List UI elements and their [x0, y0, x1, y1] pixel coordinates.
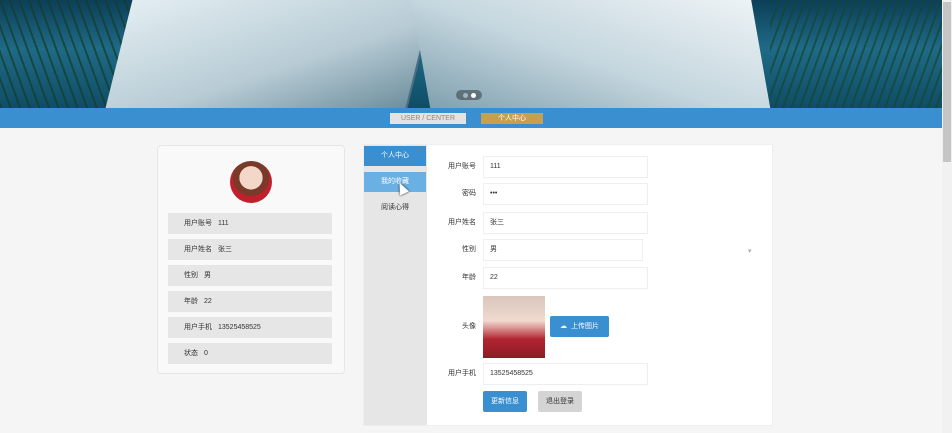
profile-summary-card: 用户账号 111 用户姓名 张三 性别男 年龄 22 用户手机 13525458525 …: [157, 145, 345, 374]
section-title-bar: USER / CENTER 个人中心: [0, 108, 942, 128]
cloud-upload-icon: ☁: [560, 323, 567, 330]
info-value: 张三: [218, 246, 232, 253]
section-title-en: USER / CENTER: [390, 113, 466, 124]
age-field[interactable]: 22: [483, 267, 648, 289]
scrollbar-thumb[interactable]: [943, 2, 951, 162]
info-value: 13525458525: [218, 324, 261, 331]
info-label: 状态: [184, 350, 198, 357]
carousel-dot-1[interactable]: [462, 92, 468, 98]
avatar-label: 头像: [462, 323, 476, 330]
banner-book-page-left: [105, 0, 437, 108]
gender-select[interactable]: 男: [483, 239, 643, 261]
name-label: 用户姓名: [448, 219, 476, 226]
name-field[interactable]: 张三: [483, 212, 648, 234]
carousel-dot-2[interactable]: [470, 92, 476, 98]
gender-label: 性别: [462, 246, 476, 253]
chevron-down-icon[interactable]: ▾: [748, 247, 752, 255]
carousel-indicator: [456, 90, 482, 100]
info-value: 男: [204, 272, 211, 279]
page-scrollbar[interactable]: [942, 0, 952, 433]
info-label: 性别: [184, 272, 198, 279]
info-row-age: 年龄 22: [168, 291, 332, 312]
update-info-button[interactable]: 更新信息: [483, 391, 527, 412]
info-row-phone: 用户手机 13525458525: [168, 317, 332, 338]
banner-carousel: [0, 0, 942, 108]
password-field[interactable]: •••: [483, 183, 648, 205]
phone-field[interactable]: 13525458525: [483, 363, 648, 385]
user-center-panel: 个人中心 我的收藏 阅读心得 用户账号 111 密码 ••• 用户姓名 张三 性…: [363, 144, 773, 426]
info-label: 用户账号: [184, 220, 212, 227]
info-label: 用户手机: [184, 324, 212, 331]
info-value: 111: [218, 220, 229, 227]
info-label: 用户姓名: [184, 246, 212, 253]
phone-label: 用户手机: [448, 370, 476, 377]
info-row-name: 用户姓名 张三: [168, 239, 332, 260]
info-row-account: 用户账号 111: [168, 213, 332, 234]
upload-label: 上传图片: [571, 323, 599, 330]
info-row-status: 状态 0: [168, 343, 332, 364]
info-row-gender: 性别男: [168, 265, 332, 286]
password-label: 密码: [462, 190, 476, 197]
account-label: 用户账号: [448, 163, 476, 170]
account-field[interactable]: 111: [483, 156, 648, 178]
info-value: 22: [204, 298, 212, 305]
info-label: 年龄: [184, 298, 198, 305]
upload-image-button[interactable]: ☁ 上传图片: [550, 316, 609, 337]
banner-grass-right: [770, 0, 942, 108]
logout-button[interactable]: 退出登录: [538, 391, 582, 412]
section-title-zh: 个人中心: [481, 113, 543, 124]
info-value: 0: [204, 350, 208, 357]
avatar-preview: [483, 296, 545, 358]
avatar: [230, 161, 272, 203]
age-label: 年龄: [462, 274, 476, 281]
